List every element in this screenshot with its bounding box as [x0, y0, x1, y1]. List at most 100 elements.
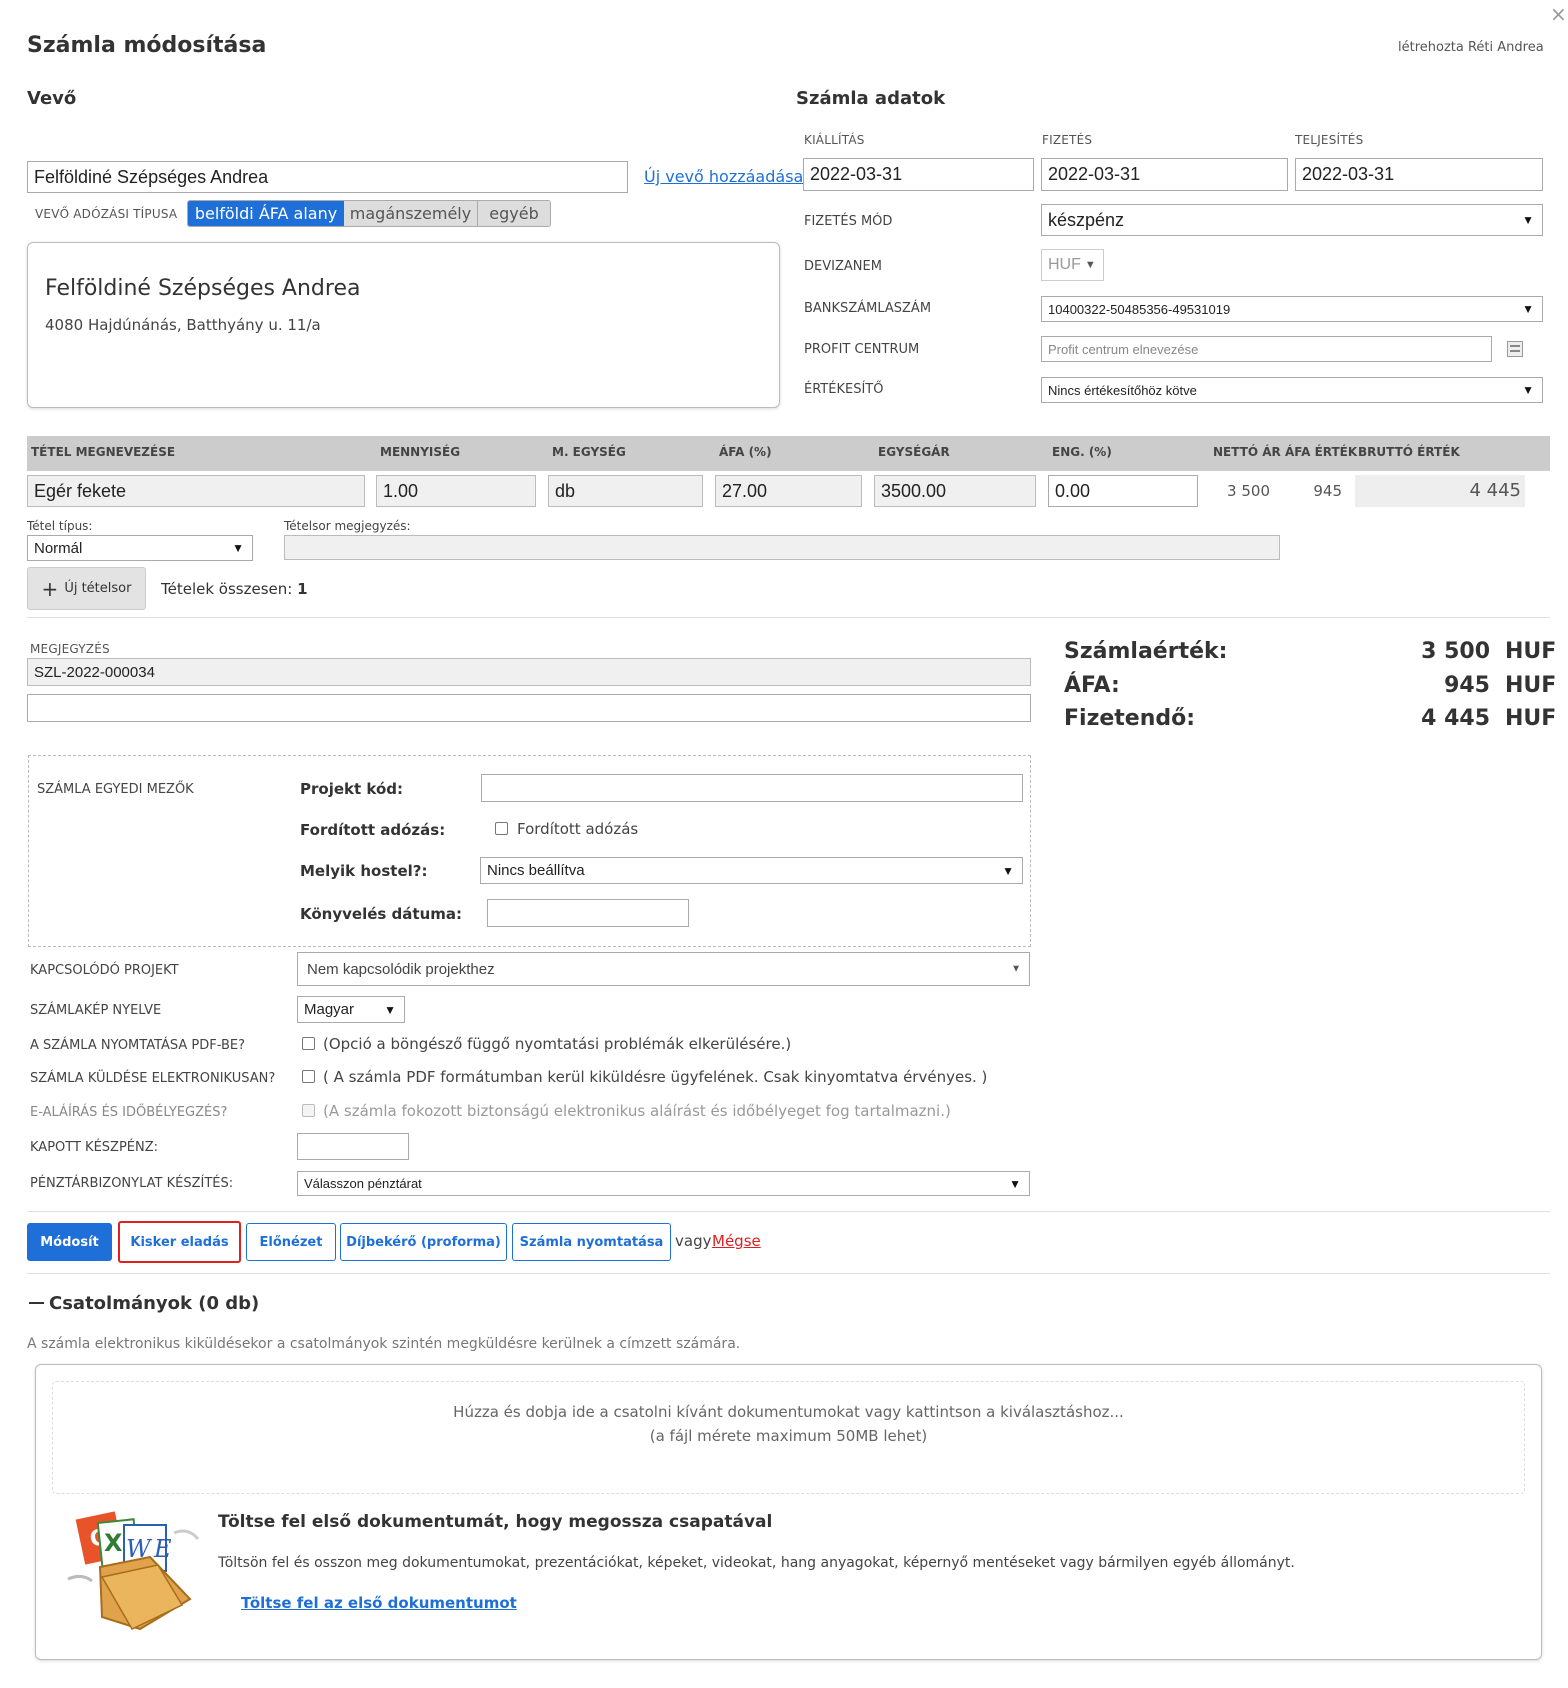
- promo-title: Töltse fel első dokumentumát, hogy megos…: [218, 1512, 773, 1532]
- list-icon[interactable]: [1507, 341, 1523, 357]
- item-discount-input[interactable]: 0.00: [1048, 475, 1198, 507]
- print-invoice-button[interactable]: Számla nyomtatása: [512, 1223, 671, 1261]
- cash-received-label: KAPOTT KÉSZPÉNZ:: [30, 1140, 159, 1155]
- currency-select[interactable]: HUF ▼: [1041, 249, 1104, 281]
- close-icon[interactable]: ×: [1550, 2, 1567, 26]
- buyer-card-address: 4080 Hajdúnánás, Batthyány u. 11/a: [45, 316, 321, 334]
- esign-checkbox[interactable]: [302, 1104, 315, 1117]
- retail-sale-button[interactable]: Kisker eladás: [118, 1221, 241, 1263]
- bank-account-select[interactable]: 10400322-50485356-49531019 ▼: [1041, 296, 1543, 322]
- fulfilment-date-label: TELJESÍTÉS: [1295, 133, 1364, 147]
- booking-date-input[interactable]: [487, 899, 689, 927]
- profit-center-input[interactable]: Profit centrum elnevezése: [1041, 336, 1492, 362]
- pdf-print-checkbox[interactable]: [302, 1037, 315, 1050]
- note-value-input[interactable]: SZL-2022-000034: [27, 658, 1031, 686]
- item-type-label: Tétel típus:: [27, 519, 93, 533]
- project-code-input[interactable]: [481, 774, 1023, 802]
- buyer-name-input[interactable]: Felföldiné Szépséges Andrea: [27, 161, 628, 193]
- electronic-send-checkbox[interactable]: [302, 1070, 315, 1083]
- fulfilment-date-input[interactable]: 2022-03-31: [1295, 158, 1543, 191]
- proforma-button[interactable]: Díjbekérő (proforma): [340, 1223, 507, 1261]
- header-gross-value: BRUTTÓ ÉRTÉK: [1358, 445, 1460, 459]
- add-new-buyer-link[interactable]: Új vevő hozzáadása: [644, 167, 803, 186]
- reverse-tax-checkbox-label: Fordított adózás: [517, 820, 639, 838]
- chevron-down-icon: ▼: [232, 541, 244, 555]
- esign-text: (A számla fokozott biztonságú elektronik…: [323, 1102, 951, 1120]
- cashbox-select[interactable]: Válasszon pénztárat ▼: [297, 1171, 1030, 1196]
- seller-select[interactable]: Nincs értékesítőhöz kötve ▼: [1041, 377, 1543, 403]
- svg-text:E: E: [153, 1535, 172, 1563]
- hostel-select[interactable]: Nincs beállítva ▼: [480, 857, 1023, 884]
- profit-center-placeholder: Profit centrum elnevezése: [1048, 341, 1199, 357]
- items-total-count-label: Tételek összesen:: [161, 580, 293, 598]
- dropzone[interactable]: Húzza és dobja ide a csatolni kívánt dok…: [52, 1381, 1525, 1494]
- chevron-down-icon: ▼: [1522, 213, 1534, 227]
- item-qty-input[interactable]: 1.00: [376, 475, 536, 507]
- promo-text: Töltsön fel és osszon meg dokumentumokat…: [218, 1555, 1295, 1571]
- item-unit-input[interactable]: db: [548, 475, 703, 507]
- payable-value: 4 445: [1421, 706, 1490, 731]
- profit-center-label: PROFIT CENTRUM: [804, 342, 920, 357]
- upload-first-document-link[interactable]: Töltse fel az első dokumentumot: [241, 1594, 517, 1612]
- tax-type-domestic-vat[interactable]: belföldi ÁFA alany: [188, 201, 344, 226]
- attachments-title[interactable]: Csatolmányok (0 db): [49, 1293, 259, 1314]
- bank-account-value: 10400322-50485356-49531019: [1048, 301, 1231, 317]
- project-label: KAPCSOLÓDÓ PROJEKT: [30, 963, 179, 978]
- header-unit: M. EGYSÉG: [552, 445, 626, 459]
- dropzone-line-1: Húzza és dobja ide a csatolni kívánt dok…: [453, 1403, 1124, 1421]
- language-select[interactable]: Magyar ▼: [297, 996, 405, 1023]
- buyer-tax-type-label: VEVŐ ADÓZÁSI TÍPUSA: [35, 207, 178, 221]
- seller-value: Nincs értékesítőhöz kötve: [1048, 382, 1197, 398]
- item-net-price: 3 500: [1227, 482, 1270, 500]
- buyer-card: Felföldiné Szépséges Andrea 4080 Hajdúná…: [27, 242, 780, 408]
- new-row-button[interactable]: + Új tételsor: [27, 567, 146, 610]
- header-discount: ENG. (%): [1052, 445, 1112, 459]
- new-row-label: Új tételsor: [64, 581, 132, 596]
- payment-date-label: FIZETÉS: [1042, 133, 1093, 147]
- item-vat-amount: 945: [1313, 482, 1342, 500]
- custom-fields-label: SZÁMLA EGYEDI MEZŐK: [37, 782, 194, 797]
- or-text: vagy: [675, 1232, 712, 1250]
- item-vat-input[interactable]: 27.00: [715, 475, 862, 507]
- chevron-down-icon: ▼: [1084, 259, 1096, 271]
- header-vat-percent: ÁFA (%): [719, 445, 772, 459]
- svg-text:X: X: [104, 1529, 123, 1557]
- currency-label: DEVIZANEM: [804, 259, 882, 274]
- tax-type-private-person[interactable]: magánszemély: [344, 201, 478, 226]
- pdf-print-label: A SZÁMLA NYOMTATÁSA PDF-BE?: [30, 1038, 246, 1053]
- note-extra-input[interactable]: [27, 694, 1031, 722]
- issue-date-label: KIÁLLÍTÁS: [804, 133, 865, 147]
- invoice-value-currency: HUF: [1505, 639, 1557, 664]
- payment-mode-select[interactable]: készpénz ▼: [1041, 204, 1543, 236]
- page-title: Számla módosítása: [27, 33, 267, 58]
- tax-type-other[interactable]: egyéb: [478, 201, 550, 226]
- reverse-tax-checkbox[interactable]: [495, 822, 508, 835]
- item-type-select[interactable]: Normál ▼: [27, 535, 253, 561]
- item-gross-value-text: 4 445: [1469, 480, 1521, 501]
- issue-date-input[interactable]: 2022-03-31: [803, 158, 1034, 191]
- note-label: MEGJEGYZÉS: [30, 642, 110, 656]
- chevron-down-icon: ▼: [1002, 863, 1014, 878]
- item-name-input[interactable]: Egér fekete: [27, 475, 365, 507]
- chevron-down-icon: ▼: [1522, 383, 1534, 397]
- project-select[interactable]: Nem kapcsolódik projekthez ▼: [297, 952, 1030, 986]
- dropzone-line-2: (a fájl mérete maximum 50MB lehet): [649, 1427, 928, 1445]
- plus-icon: +: [41, 576, 59, 601]
- currency-value: HUF: [1048, 256, 1081, 273]
- electronic-send-text: ( A számla PDF formátumban kerül kiküldé…: [323, 1068, 988, 1086]
- language-label: SZÁMLAKÉP NYELVE: [30, 1003, 162, 1018]
- preview-button[interactable]: Előnézet: [246, 1223, 336, 1261]
- payment-date-input[interactable]: 2022-03-31: [1041, 158, 1288, 191]
- collapse-icon[interactable]: [29, 1302, 44, 1304]
- cash-received-input[interactable]: [297, 1133, 409, 1160]
- item-unit-price-input[interactable]: 3500.00: [874, 475, 1036, 507]
- payment-mode-value: készpénz: [1048, 209, 1125, 230]
- cancel-link[interactable]: Mégse: [712, 1232, 761, 1250]
- payable-label: Fizetendő:: [1064, 706, 1196, 731]
- modify-button[interactable]: Módosít: [27, 1223, 112, 1261]
- header-quantity: MENNYISÉG: [380, 445, 461, 459]
- invoice-value: 3 500: [1421, 639, 1490, 664]
- item-note-input[interactable]: [284, 535, 1280, 560]
- booking-date-label: Könyvelés dátuma:: [300, 905, 462, 923]
- project-value: Nem kapcsolódik projekthez: [307, 960, 495, 978]
